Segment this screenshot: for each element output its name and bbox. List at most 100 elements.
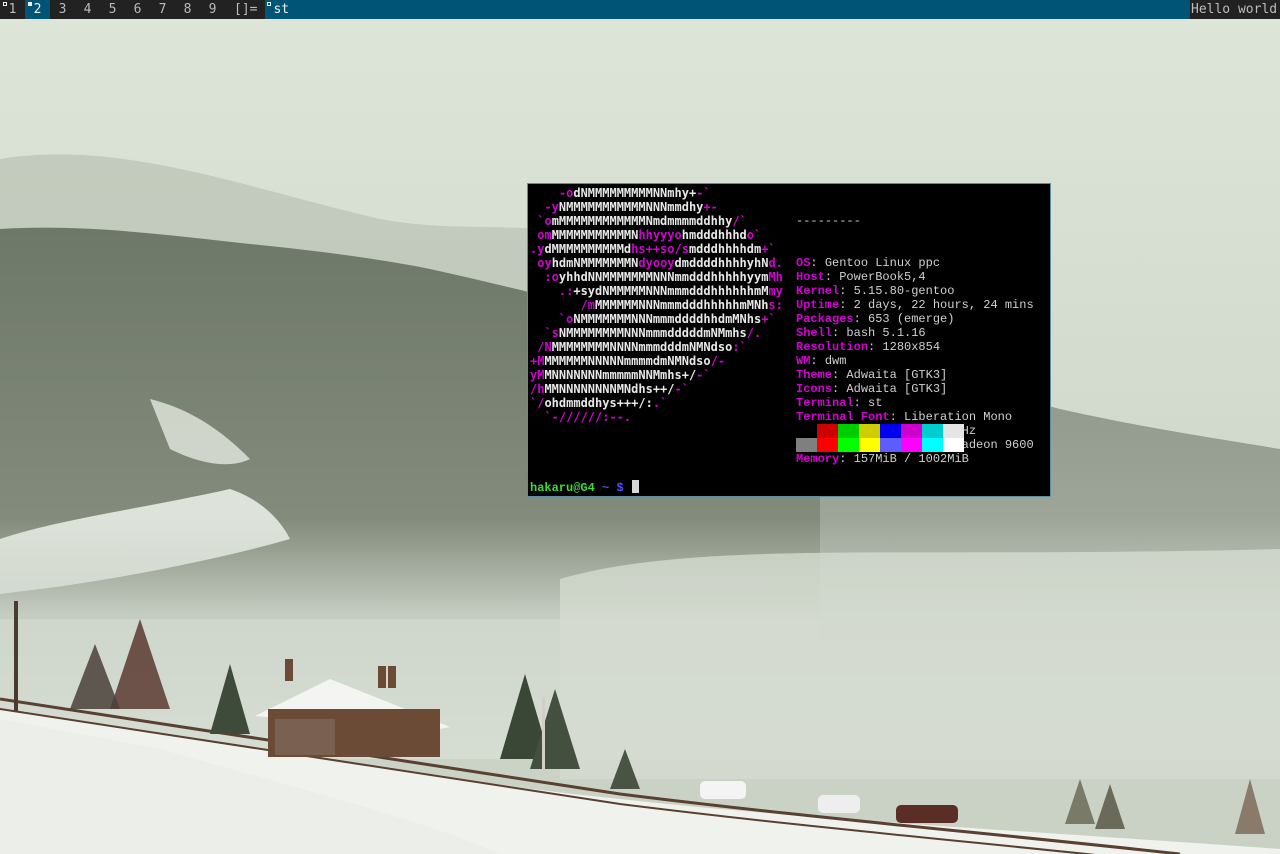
shell-prompt[interactable]: hakaru@G4 ~ $ — [530, 480, 639, 495]
logo-segment: Mh — [768, 270, 783, 284]
logo-line: /hMMNNNNNNNNMNdhs++/-` — [530, 382, 783, 396]
info-row: Theme: Adwaita [GTK3] — [796, 368, 948, 382]
palette-swatch — [859, 424, 880, 438]
logo-segment: hs++so/s — [631, 242, 689, 256]
logo-segment: NMMMMMMMMMMMNNNmmdhy — [558, 200, 704, 214]
logo-line: `-//////:--. — [530, 410, 783, 424]
info-row: Shell: bash 5.1.16 — [796, 326, 926, 340]
logo-segment: mMMMMMMMMMMMMNmdmmmmddhhy — [551, 214, 733, 228]
logo-line: oyhdmNMMMMMMMNdyooydmddddhhhhyhNd. — [530, 256, 783, 270]
palette-row-bright — [796, 438, 964, 452]
logo-segment: +sydNMMMMMNNNmmmdddhhhhhhmM — [573, 284, 769, 298]
info-row: Icons: Adwaita [GTK3] — [796, 382, 948, 396]
logo-segment: d. — [768, 256, 783, 270]
logo-segment: /h — [530, 382, 545, 396]
palette-swatch-bright — [796, 438, 817, 452]
logo-segment: -` — [696, 368, 711, 382]
info-key: Terminal — [796, 396, 854, 410]
info-key: Terminal Font — [796, 410, 890, 424]
logo-segment: +` — [761, 242, 776, 256]
logo-segment: my — [768, 284, 783, 298]
tag-7[interactable]: 7 — [150, 0, 175, 19]
logo-segment: hhyyyo — [638, 228, 682, 242]
info-value: Liberation Mono — [904, 410, 1013, 424]
info-value: 5.15.80-gentoo — [853, 284, 955, 298]
info-value: 1280x854 — [882, 340, 941, 354]
logo-segment: hdmNMMMMMMMN — [551, 256, 639, 270]
logo-segment: -y — [530, 200, 559, 214]
info-key: Theme — [796, 368, 833, 382]
info-row: Terminal Font: Liberation Mono — [796, 410, 1013, 424]
palette-swatch-bright — [880, 438, 901, 452]
info-key: Packages — [796, 312, 854, 326]
layout-symbol[interactable]: []= — [225, 0, 266, 19]
text-cursor — [631, 480, 639, 493]
palette-swatch — [796, 424, 817, 438]
logo-segment: +- — [703, 200, 718, 214]
palette-row-normal — [796, 424, 964, 438]
terminal-window[interactable]: -odNMMMMMMMMMNNmhy+-` -yNMMMMMMMMMMMNNNm… — [527, 183, 1051, 497]
info-row: Memory: 157MiB / 1002MiB — [796, 452, 969, 466]
logo-segment: NMMMMMMMMNNNmmmdddddmNMmhs — [558, 326, 747, 340]
info-separator: --------- — [796, 214, 861, 228]
info-key: Kernel — [796, 284, 840, 298]
tag-9[interactable]: 9 — [200, 0, 225, 19]
info-key: Uptime — [796, 298, 840, 312]
info-row: WM: dwm — [796, 354, 847, 368]
logo-line: `omMMMMMMMMMMMMNmdmmmmddhhy/` — [530, 214, 783, 228]
info-value: 653 (emerge) — [868, 312, 955, 326]
tag-8[interactable]: 8 — [175, 0, 200, 19]
palette-swatch — [817, 424, 838, 438]
tag-6[interactable]: 6 — [125, 0, 150, 19]
logo-segment: -` — [674, 382, 689, 396]
logo-line: `/ohdmmddhys+++/:.` — [530, 396, 783, 410]
logo-segment: om — [530, 228, 552, 242]
palette-swatch-bright — [859, 438, 880, 452]
info-value: Gentoo Linux ppc — [824, 256, 941, 270]
info-row: Packages: 653 (emerge) — [796, 312, 955, 326]
tag-1[interactable]: 1 — [0, 0, 25, 19]
palette-swatch — [943, 424, 964, 438]
tag-2[interactable]: 2 — [25, 0, 50, 19]
logo-segment: MMMMMMNNNmmmdddhhhhhmMNh — [595, 298, 769, 312]
logo-line: -odNMMMMMMMMMNNmhy+-` — [530, 186, 783, 200]
info-value: 157MiB / 1002MiB — [853, 452, 969, 466]
tag-5[interactable]: 5 — [100, 0, 125, 19]
logo-line: omMMMMMMMMMMMNhhyyyohmdddhhhdo` — [530, 228, 783, 242]
logo-segment: .` — [652, 396, 668, 410]
info-value: dwm — [824, 354, 847, 368]
logo-segment: yhhdNNMMMMMMMNNNmmdddhhhhhyym — [558, 270, 769, 284]
logo-segment: s: — [768, 298, 783, 312]
logo-line: .ydMMMMMMMMMMdhs++so/smdddhhhhdm+` — [530, 242, 783, 256]
info-value: Adwaita [GTK3] — [846, 382, 948, 396]
logo-segment: /. — [746, 326, 762, 340]
logo-segment: -o — [530, 186, 574, 200]
logo-segment: hmdddhhhd — [681, 228, 747, 242]
logo-segment: MMNNNNNNNNMNdhs++/ — [544, 382, 675, 396]
logo-line: /mMMMMMMNNNmmmdddhhhhhmMNhs: — [530, 298, 783, 312]
logo-segment: MMMMMMNNNNNmmmmdmNMNdso — [544, 354, 711, 368]
logo-segment: `s — [530, 326, 559, 340]
status-text: Hello world — [1190, 0, 1280, 19]
window-title[interactable]: st — [265, 0, 1190, 19]
tag-list: 123456789 — [0, 0, 225, 19]
prompt-dir: ~ — [594, 481, 617, 495]
logo-segment: `/ — [530, 396, 545, 410]
logo-segment: `o — [530, 312, 574, 326]
prompt-symbol: $ — [616, 481, 624, 495]
info-key: Memory — [796, 452, 840, 466]
tag-3[interactable]: 3 — [50, 0, 75, 19]
palette-swatch — [880, 424, 901, 438]
palette-swatch-bright — [838, 438, 859, 452]
logo-line: /NMMMMMMMMNNNNmmmdddmNMNdso:` — [530, 340, 783, 354]
gentoo-logo-ascii: -odNMMMMMMMMMNNmhy+-` -yNMMMMMMMMMMMNNNm… — [530, 186, 783, 424]
prompt-host: G4 — [580, 481, 595, 495]
logo-segment: dmddddhhhhyhN — [674, 256, 769, 270]
tag-4[interactable]: 4 — [75, 0, 100, 19]
logo-line: `oNMMMMMMMNNNmmmddddhhdmMNhs+` — [530, 312, 783, 326]
logo-segment: /m — [530, 298, 596, 312]
color-palette — [796, 424, 964, 452]
logo-line: :oyhhdNNMMMMMMMNNNmmdddhhhhhyymMh — [530, 270, 783, 284]
logo-segment: o` — [746, 228, 762, 242]
logo-segment: /N — [530, 340, 552, 354]
